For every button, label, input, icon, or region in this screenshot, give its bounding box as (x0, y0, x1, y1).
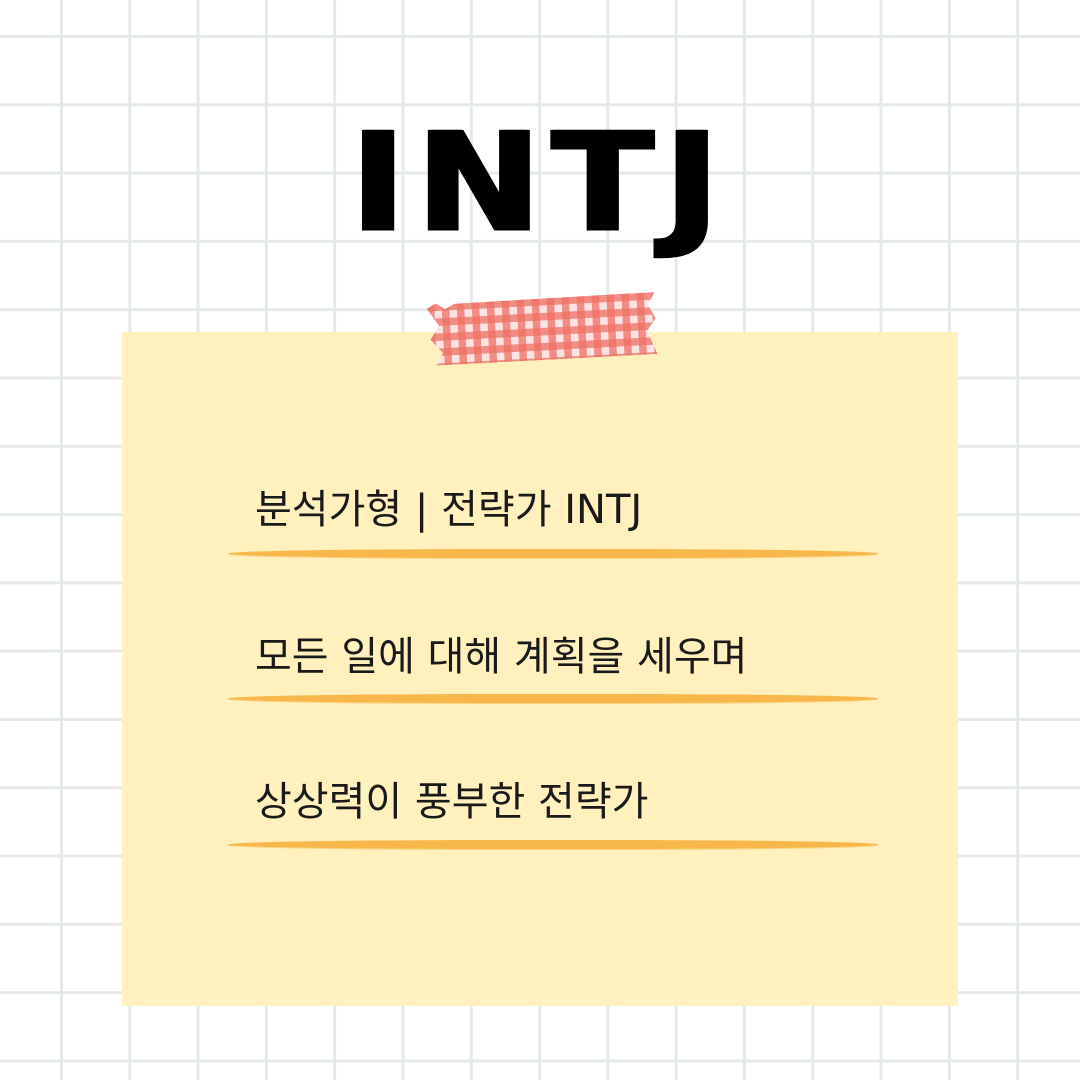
note-line-description: 모든 일에 대해 계획을 세우며 (255, 634, 748, 680)
page-title: INTJ (350, 103, 730, 264)
note-line-type: 분석가형 | 전략가 INTJ (255, 487, 643, 533)
underline-stroke (228, 694, 878, 703)
underline-stroke (228, 549, 878, 558)
underline-stroke (228, 840, 878, 849)
note-line-summary: 상상력이 풍부한 전략가 (255, 779, 649, 825)
gingham-tape-decoration (427, 292, 658, 366)
